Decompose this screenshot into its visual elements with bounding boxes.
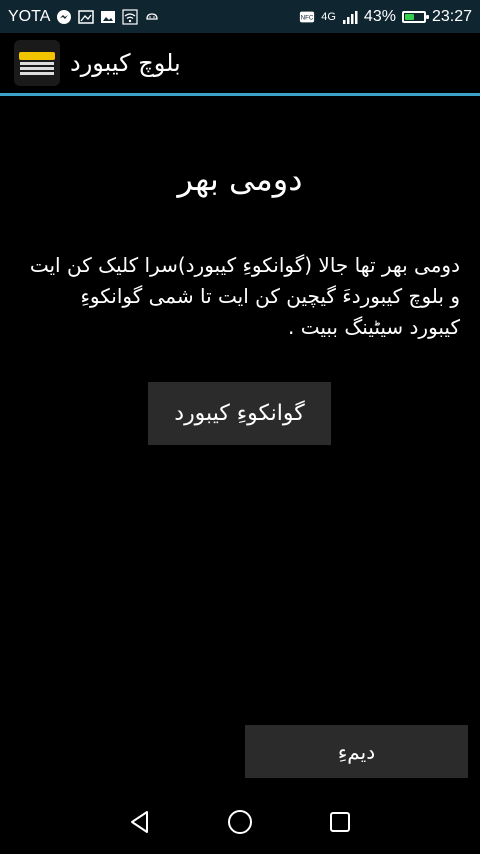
action-bar: بلوچ کیبورد bbox=[0, 33, 480, 93]
keyboard-settings-button[interactable]: گوانکوءِ کیبورد bbox=[148, 382, 331, 445]
status-left: YOTA bbox=[8, 8, 160, 26]
back-icon[interactable] bbox=[120, 802, 160, 842]
action-bar-divider bbox=[0, 93, 480, 96]
gallery-icon bbox=[100, 9, 116, 25]
signal-icon bbox=[342, 9, 358, 25]
app-logo-row bbox=[20, 66, 54, 70]
clock: 23:27 bbox=[431, 7, 472, 25]
app-logo-icon[interactable] bbox=[14, 40, 60, 86]
battery-fill bbox=[404, 13, 414, 20]
status-bar: YOTA NFC 4G 43% 23:27 bbox=[0, 0, 480, 33]
app-title: بلوچ کیبورد bbox=[70, 49, 181, 77]
instructions-text: دومی بھر تھا جالا (گوانکوءِ کیبورد)سرا ک… bbox=[29, 253, 460, 339]
next-button[interactable]: دیمءِ bbox=[245, 725, 468, 778]
app-logo-bar bbox=[19, 51, 55, 60]
battery-icon bbox=[401, 10, 429, 23]
carrier-label: YOTA bbox=[8, 7, 51, 25]
recents-icon[interactable] bbox=[320, 802, 360, 842]
status-right: NFC 4G 43% 23:27 bbox=[299, 8, 472, 26]
app-logo-row bbox=[20, 61, 54, 65]
android-icon bbox=[144, 9, 160, 25]
nfc-icon: NFC bbox=[299, 9, 315, 25]
home-icon[interactable] bbox=[220, 802, 260, 842]
page-title: دومی بھر bbox=[177, 160, 303, 198]
image-icon bbox=[78, 9, 95, 25]
battery-percent: 43% bbox=[363, 7, 396, 25]
wifi-icon bbox=[122, 8, 138, 25]
messenger-icon bbox=[56, 9, 72, 25]
network-type: 4G bbox=[321, 10, 336, 23]
navigation-bar bbox=[0, 790, 480, 854]
svg-text:NFC: NFC bbox=[301, 14, 314, 21]
app-logo-row bbox=[20, 71, 54, 75]
